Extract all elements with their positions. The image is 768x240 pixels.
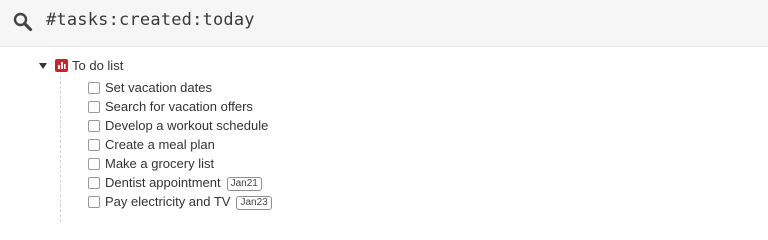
task-label[interactable]: Create a meal plan (105, 137, 215, 152)
task-checkbox[interactable] (88, 101, 100, 113)
list-title[interactable]: To do list (72, 58, 123, 73)
list-icon (55, 59, 68, 72)
task-checkbox[interactable] (88, 120, 100, 132)
task-label[interactable]: Dentist appointment (105, 175, 221, 190)
task-checkbox[interactable] (88, 82, 100, 94)
task-label[interactable]: Make a grocery list (105, 156, 214, 171)
search-icon[interactable] (12, 11, 34, 33)
task-label[interactable]: Search for vacation offers (105, 99, 253, 114)
due-date-tag[interactable]: Jan21 (226, 177, 262, 191)
caret-down-icon[interactable] (38, 61, 48, 71)
task-label[interactable]: Pay electricity and TV (105, 194, 230, 209)
search-bar[interactable]: #tasks:created:today (0, 0, 768, 47)
task-checkbox[interactable] (88, 196, 100, 208)
due-date-tag[interactable]: Jan23 (236, 196, 272, 210)
task-label-wrap: Dentist appointment Jan21 (105, 175, 262, 191)
task-checkbox[interactable] (88, 177, 100, 189)
search-input[interactable]: #tasks:created:today (46, 10, 255, 30)
task-checkbox[interactable] (88, 139, 100, 151)
task-label[interactable]: Set vacation dates (105, 80, 212, 95)
tree-guide-line (60, 76, 61, 222)
task-label-wrap: Pay electricity and TV Jan23 (105, 194, 272, 210)
task-label[interactable]: Develop a workout schedule (105, 118, 268, 133)
task-checkbox[interactable] (88, 158, 100, 170)
